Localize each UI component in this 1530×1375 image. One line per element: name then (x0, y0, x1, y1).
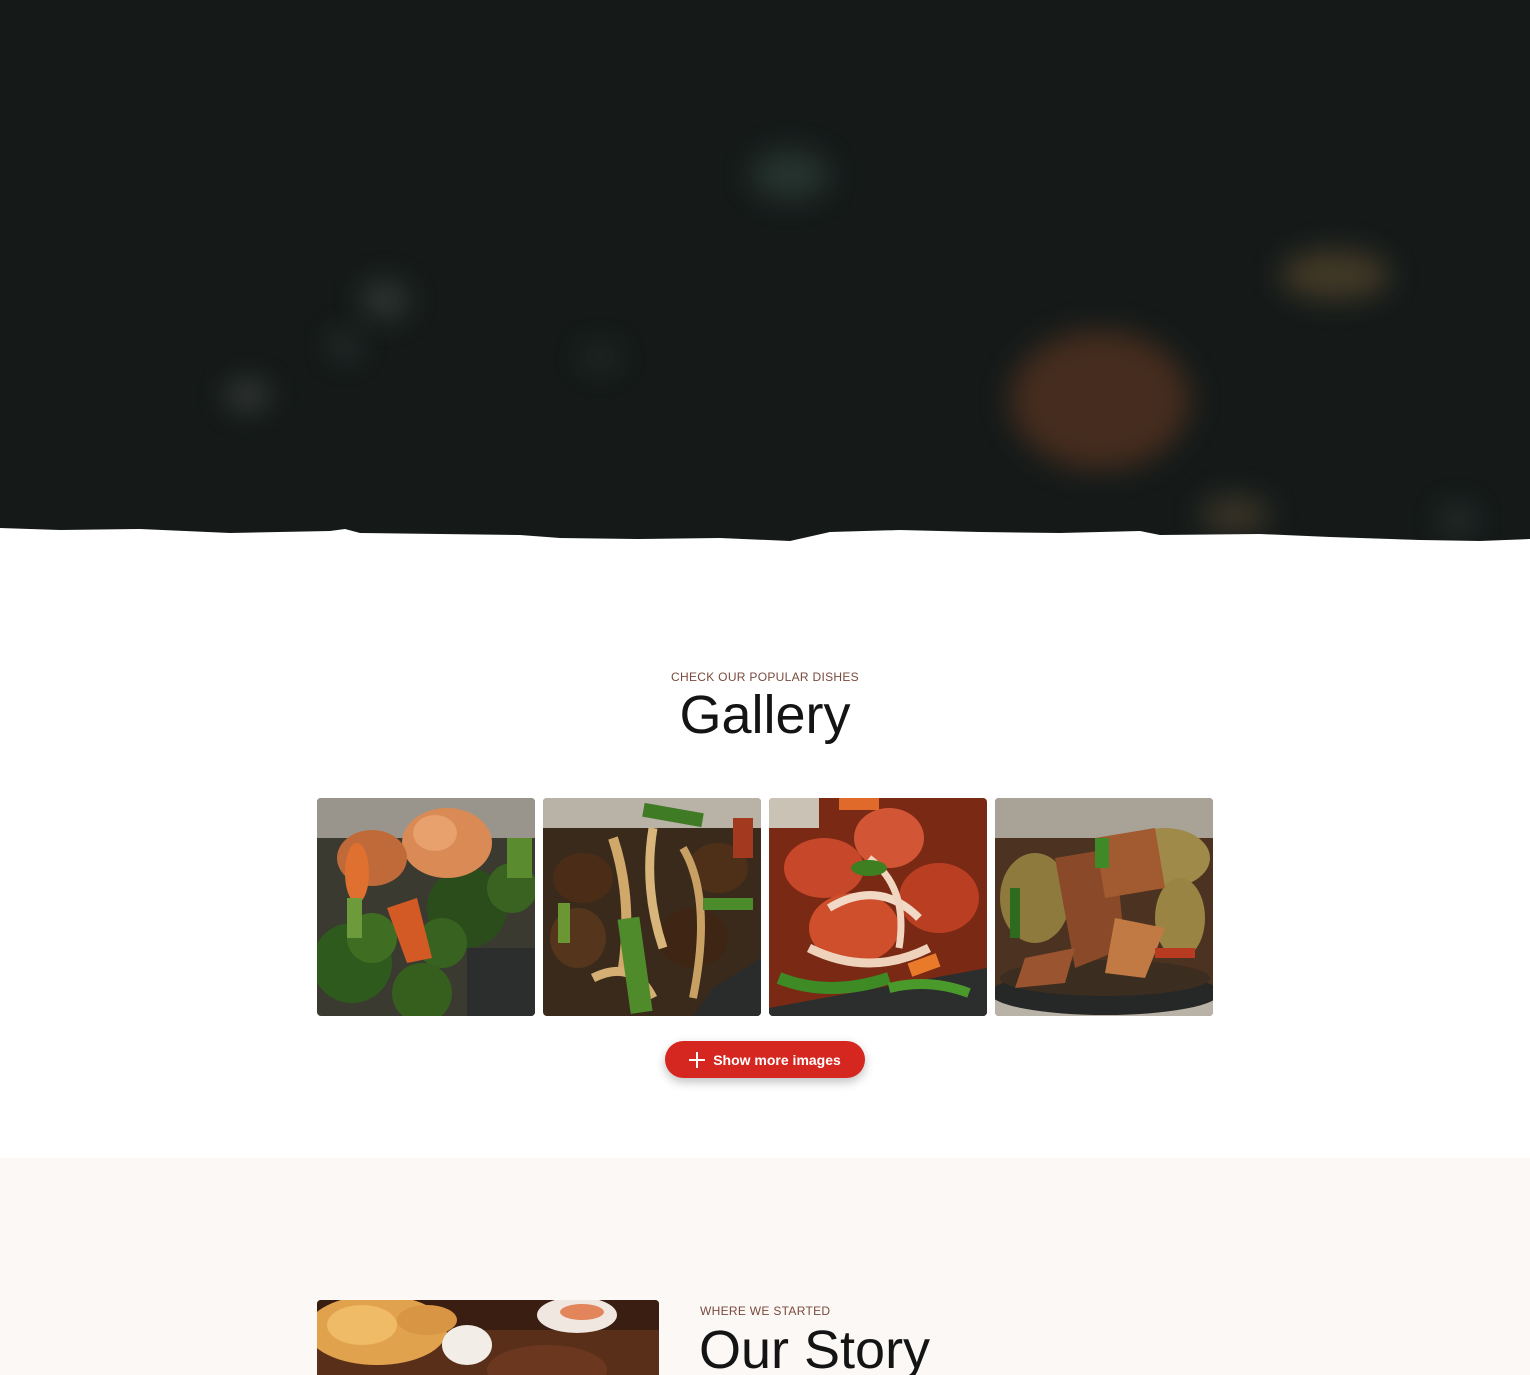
hero-bokeh (1280, 250, 1390, 300)
story-section: WHERE WE STARTED Our Story (0, 1158, 1530, 1375)
plus-icon (689, 1051, 706, 1068)
gallery-image-pork-cabbage[interactable] (995, 798, 1213, 1016)
hero-bokeh (580, 345, 620, 370)
story-title: Our Story (699, 1320, 931, 1375)
story-image (317, 1300, 659, 1375)
gallery-thumbnails (317, 798, 1213, 1016)
gallery-eyebrow: CHECK OUR POPULAR DISHES (671, 670, 859, 684)
hero-bokeh (360, 280, 410, 320)
story-eyebrow: WHERE WE STARTED (700, 1304, 831, 1318)
gallery-image-beef-onions[interactable] (543, 798, 761, 1016)
gallery-title: Gallery (679, 685, 851, 745)
brush-edge-divider (0, 528, 1530, 560)
hero-bokeh (1010, 330, 1190, 470)
hero-bokeh (750, 150, 830, 200)
hero-bokeh (330, 330, 360, 360)
show-more-images-button[interactable]: Show more images (665, 1041, 865, 1078)
show-more-images-label: Show more images (713, 1051, 841, 1068)
hero-banner (0, 0, 1530, 560)
gallery-image-shrimp-broccoli[interactable] (317, 798, 535, 1016)
hero-bokeh (225, 380, 270, 410)
gallery-section: CHECK OUR POPULAR DISHES Gallery Show mo… (0, 560, 1530, 1158)
gallery-image-sweet-sour[interactable] (769, 798, 987, 1016)
